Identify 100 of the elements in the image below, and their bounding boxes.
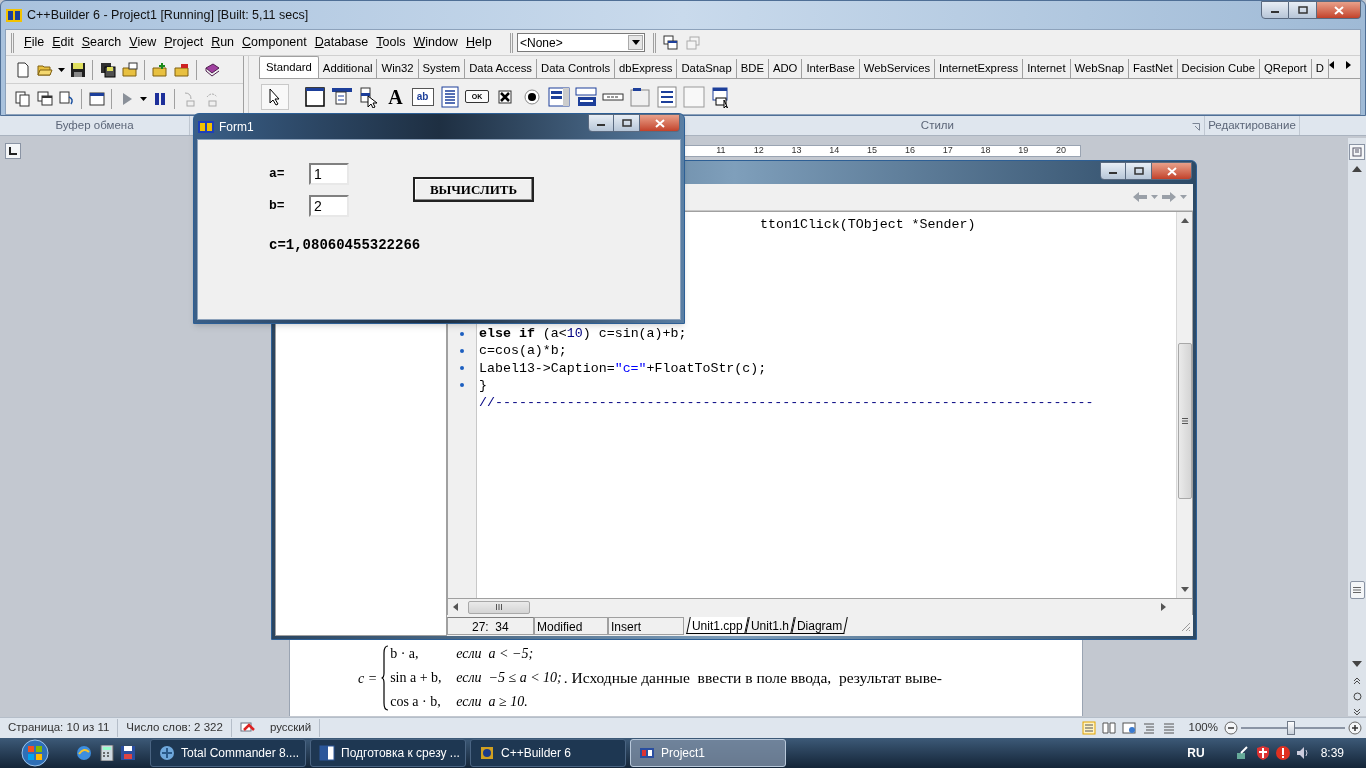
close-icon	[654, 118, 665, 128]
input-field[interactable]: 2	[309, 195, 349, 217]
grip-icon	[496, 604, 502, 610]
slider-thumb[interactable]	[1287, 721, 1295, 735]
zoom-slider[interactable]	[1241, 720, 1345, 736]
scroll-thumb[interactable]	[1177, 343, 1192, 499]
shield-icon[interactable]	[1254, 745, 1271, 761]
menu-item[interactable]: Tools	[372, 32, 410, 53]
frame-icon[interactable]	[303, 85, 326, 108]
ribbon-group-label: Буфер обмена	[55, 117, 134, 133]
pause-icon	[152, 91, 168, 107]
edit-component-icon[interactable]: ab	[411, 87, 434, 106]
list-box-icon[interactable]	[547, 85, 570, 108]
menu-item[interactable]: Help	[461, 32, 496, 53]
zoom-out-icon[interactable]	[1224, 721, 1238, 735]
menu-item[interactable]: View	[125, 32, 161, 53]
menu-item[interactable]: Project	[160, 32, 208, 53]
view-form-icon	[37, 91, 53, 107]
taskbar-button[interactable]: C++Builder 6	[470, 739, 626, 767]
ruler-number: 17	[942, 146, 953, 156]
reading-view-icon[interactable]	[1101, 721, 1116, 735]
start-button-icon[interactable]	[20, 738, 50, 768]
dialog-launcher-icon[interactable]	[1192, 123, 1200, 131]
taskbar-button[interactable]: Подготовка к срезу ...	[310, 739, 466, 767]
status-text: русский	[255, 719, 321, 737]
grip-icon	[1353, 587, 1361, 594]
menu-item[interactable]: Edit	[48, 32, 78, 53]
ruler-toggle-button[interactable]	[1349, 144, 1365, 160]
open-project-icon	[122, 61, 138, 78]
file-tab[interactable]: Diagram	[790, 616, 848, 634]
menu-item[interactable]: Window	[409, 32, 462, 53]
ruler-number: 13	[791, 146, 802, 156]
maximize-icon	[621, 119, 632, 127]
zoom-in-icon[interactable]	[1348, 721, 1362, 735]
input-field[interactable]: 1	[309, 163, 349, 185]
maximize-button[interactable]	[1126, 162, 1152, 180]
menu-item[interactable]: Run	[207, 32, 239, 53]
project-combo[interactable]: <None>	[517, 33, 645, 52]
app-icon	[5, 6, 23, 24]
browser-icon[interactable]	[76, 745, 92, 761]
web-layout-icon[interactable]	[1121, 721, 1136, 735]
scroll-right-icon[interactable]	[1161, 603, 1166, 611]
zoom-level: 100%	[1188, 720, 1218, 736]
file-tab[interactable]: Unit1.cpp	[686, 616, 749, 634]
next-page-icon[interactable]	[1353, 708, 1361, 716]
minimize-button[interactable]	[1261, 1, 1289, 19]
close-button[interactable]	[640, 114, 680, 132]
maximize-button[interactable]	[614, 114, 640, 132]
menu-item[interactable]: Database	[310, 32, 373, 53]
formula-text: если −5 ≤ a < 10;	[456, 669, 562, 687]
taskbar-button[interactable]: Total Commander 8....	[150, 739, 306, 767]
remove-from-project-icon	[174, 61, 190, 78]
code-line: //---------------------------------------------------------------------------	[479, 393, 1095, 412]
popup-menu-icon[interactable]	[357, 85, 380, 108]
ruler-icon	[1352, 146, 1362, 157]
scroll-thumb[interactable]	[468, 600, 530, 614]
scroll-up-icon[interactable]	[1180, 218, 1189, 223]
browse-object-icon[interactable]	[1352, 692, 1362, 702]
group-box-icon[interactable]	[628, 85, 651, 108]
proofing-icon[interactable]	[239, 721, 256, 735]
taskbar-button[interactable]: Project1	[630, 739, 786, 767]
language-indicator[interactable]: RU	[1187, 744, 1205, 762]
close-button[interactable]	[1317, 1, 1361, 19]
radio-group-icon[interactable]	[655, 85, 678, 108]
menu-item[interactable]: Search	[77, 32, 126, 53]
minimize-button[interactable]	[588, 114, 614, 132]
body-text: . Исходные данные ввести в поле ввода, результат выве-	[563, 668, 942, 689]
alert-icon[interactable]	[1274, 745, 1291, 761]
menu-item[interactable]: File	[20, 32, 49, 53]
volume-icon[interactable]	[1294, 745, 1311, 761]
view-unit-icon	[15, 91, 31, 107]
dropdown-arrow-icon[interactable]	[58, 67, 65, 72]
close-button[interactable]	[1152, 162, 1192, 180]
ruler-number: 19	[1018, 146, 1029, 156]
previous-page-icon[interactable]	[1353, 677, 1361, 686]
scroll-down-icon[interactable]	[1352, 661, 1362, 668]
help-book-icon	[204, 61, 220, 78]
pointer-tool[interactable]	[261, 83, 289, 110]
scroll-thumb[interactable]	[1349, 581, 1365, 600]
label-component-icon[interactable]: A	[384, 85, 407, 108]
combo-box-icon[interactable]	[574, 85, 597, 108]
formula-text: если a ≥ 10.	[456, 693, 528, 711]
dropdown-arrow-icon[interactable]	[140, 97, 147, 101]
minimize-button[interactable]	[1100, 162, 1126, 180]
window-title: Form1	[219, 118, 254, 136]
calculator-icon[interactable]	[100, 745, 114, 761]
scroll-up-icon[interactable]	[1352, 165, 1362, 172]
window-icon	[639, 745, 655, 761]
calculate-button[interactable]: ВЫЧИСЛИТЬ	[413, 177, 534, 202]
file-tab[interactable]: Unit1.h	[744, 616, 795, 634]
scroll-left-icon[interactable]	[453, 603, 458, 611]
menu-item[interactable]: Component	[238, 32, 311, 53]
palette-tab[interactable]: Standard	[259, 56, 319, 78]
field-label: a=	[269, 165, 286, 184]
scroll-down-icon[interactable]	[1180, 587, 1189, 592]
memo-icon[interactable]	[438, 85, 461, 108]
step-over-icon	[204, 91, 220, 107]
tab-selector-button[interactable]	[5, 143, 21, 159]
maximize-button[interactable]	[1289, 1, 1317, 19]
main-menu-icon[interactable]	[330, 85, 353, 108]
